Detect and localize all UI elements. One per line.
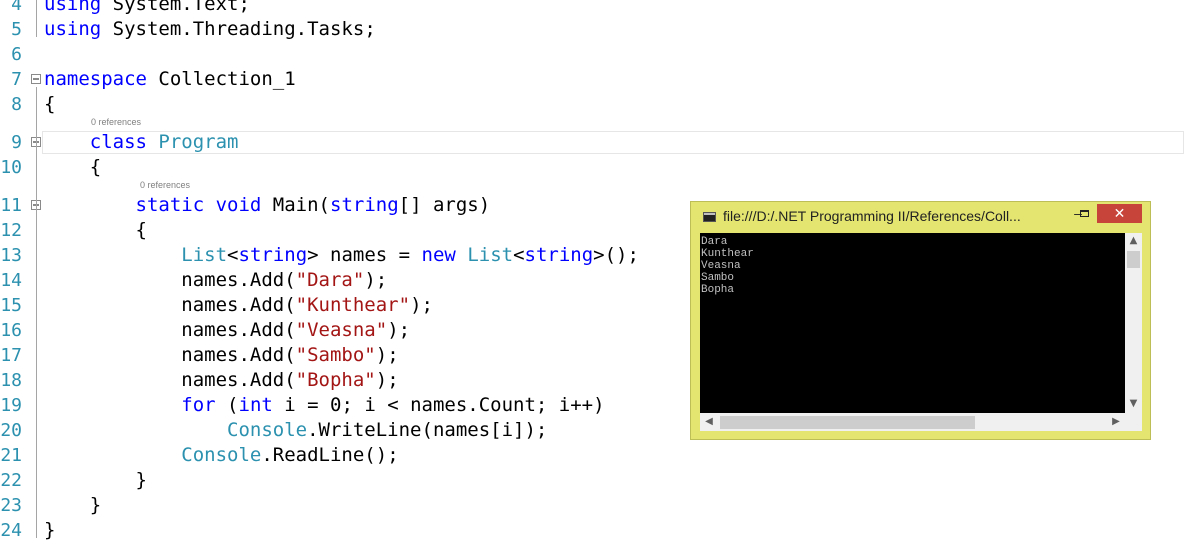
- console-output-line: Dara: [701, 236, 728, 248]
- resize-grip[interactable]: [1125, 413, 1142, 431]
- line-number: 12: [0, 220, 22, 241]
- console-output-line: Veasna: [701, 260, 741, 272]
- scroll-down-arrow-icon[interactable]: ▼: [1127, 397, 1140, 411]
- line-number: 15: [0, 295, 22, 316]
- code-text: using System.Threading.Tasks;: [44, 18, 376, 40]
- line-number: 23: [0, 495, 22, 516]
- line-number: 20: [0, 420, 22, 441]
- code-text: for (int i = 0; i < names.Count; i++): [181, 394, 605, 416]
- code-text: using System.Text;: [44, 0, 250, 15]
- line-number: 6: [11, 44, 22, 65]
- line-number: 4: [11, 0, 22, 15]
- line-number: 5: [11, 19, 22, 40]
- vertical-scroll-thumb[interactable]: [1127, 251, 1140, 268]
- code-line[interactable]: 8{: [0, 92, 1184, 117]
- line-number: 19: [0, 395, 22, 416]
- code-text: names.Add("Dara");: [44, 269, 388, 291]
- console-output: Dara Kunthear Veasna Sambo Bopha: [700, 233, 1125, 413]
- code-text: Console.WriteLine(names[i]);: [227, 419, 548, 441]
- code-line[interactable]: 24}: [0, 518, 1184, 543]
- line-number: 10: [0, 157, 22, 178]
- code-text: names.Add("Sambo");: [44, 344, 399, 366]
- code-text: static void Main(string[] args): [135, 194, 491, 216]
- line-number: 21: [0, 445, 22, 466]
- line-number: 8: [11, 94, 22, 115]
- console-window[interactable]: file:///D:/.NET Programming II/Reference…: [690, 201, 1151, 440]
- console-output-line: Kunthear: [701, 248, 754, 260]
- line-number: 11: [0, 195, 22, 216]
- code-text: class Program: [89, 131, 239, 153]
- close-button[interactable]: ✕: [1097, 204, 1142, 223]
- console-window-title: file:///D:/.NET Programming II/Reference…: [723, 208, 1021, 224]
- maximize-button[interactable]: [1080, 210, 1089, 217]
- code-text: List<string> names = new List<string>();: [181, 244, 639, 266]
- code-text: names.Add("Kunthear");: [44, 294, 433, 316]
- code-text: }: [44, 519, 56, 541]
- console-app-icon: [703, 212, 716, 222]
- console-client-area: Dara Kunthear Veasna Sambo Bopha ▲ ▼ ◀ ▶: [700, 233, 1142, 431]
- code-line[interactable]: 5 using System.Threading.Tasks;: [0, 17, 1184, 42]
- code-text: names.Add("Bopha");: [44, 369, 399, 391]
- code-line[interactable]: 23 }: [0, 493, 1184, 518]
- console-output-line: Bopha: [701, 284, 735, 296]
- code-text: {: [44, 219, 147, 241]
- code-line[interactable]: 7 namespace Collection_1: [0, 67, 1184, 92]
- horizontal-scrollbar[interactable]: ◀ ▶: [700, 413, 1125, 431]
- code-text: {: [44, 156, 102, 178]
- line-number: 22: [0, 470, 22, 491]
- console-output-line: Sambo: [701, 272, 735, 284]
- codelens-references-main[interactable]: 0 references: [140, 180, 190, 190]
- line-number: 7: [11, 69, 22, 90]
- code-text: names.Add("Veasna");: [44, 319, 411, 341]
- code-line[interactable]: 6: [0, 42, 1184, 67]
- code-line[interactable]: 22 }: [0, 468, 1184, 493]
- line-number: 13: [0, 245, 22, 266]
- outline-guide: [36, 87, 37, 538]
- scroll-right-arrow-icon[interactable]: ▶: [1109, 415, 1123, 429]
- code-line[interactable]: 21 Console.ReadLine();: [0, 443, 1184, 468]
- line-number: 18: [0, 370, 22, 391]
- code-text: namespace Collection_1: [44, 68, 296, 90]
- codelens-references-class[interactable]: 0 references: [91, 117, 141, 127]
- line-number: 17: [0, 345, 22, 366]
- line-number: 14: [0, 270, 22, 291]
- scroll-left-arrow-icon[interactable]: ◀: [702, 415, 716, 429]
- code-text: Console.ReadLine();: [181, 444, 399, 466]
- line-number: 16: [0, 320, 22, 341]
- code-text: }: [44, 494, 102, 516]
- horizontal-scroll-thumb[interactable]: [720, 416, 975, 429]
- outline-guide: [36, 0, 37, 37]
- code-line[interactable]: 4 using System.Text;: [0, 0, 1184, 17]
- code-line[interactable]: 9 class Program: [0, 130, 1184, 155]
- line-number: 24: [0, 520, 22, 541]
- code-line[interactable]: 10 {: [0, 155, 1184, 180]
- line-number: 9: [11, 132, 22, 153]
- code-text: {: [44, 93, 56, 115]
- code-text: }: [44, 469, 147, 491]
- collapse-toggle-icon[interactable]: [31, 74, 41, 84]
- vertical-scrollbar[interactable]: ▲ ▼: [1125, 233, 1142, 413]
- scroll-up-arrow-icon[interactable]: ▲: [1127, 234, 1140, 248]
